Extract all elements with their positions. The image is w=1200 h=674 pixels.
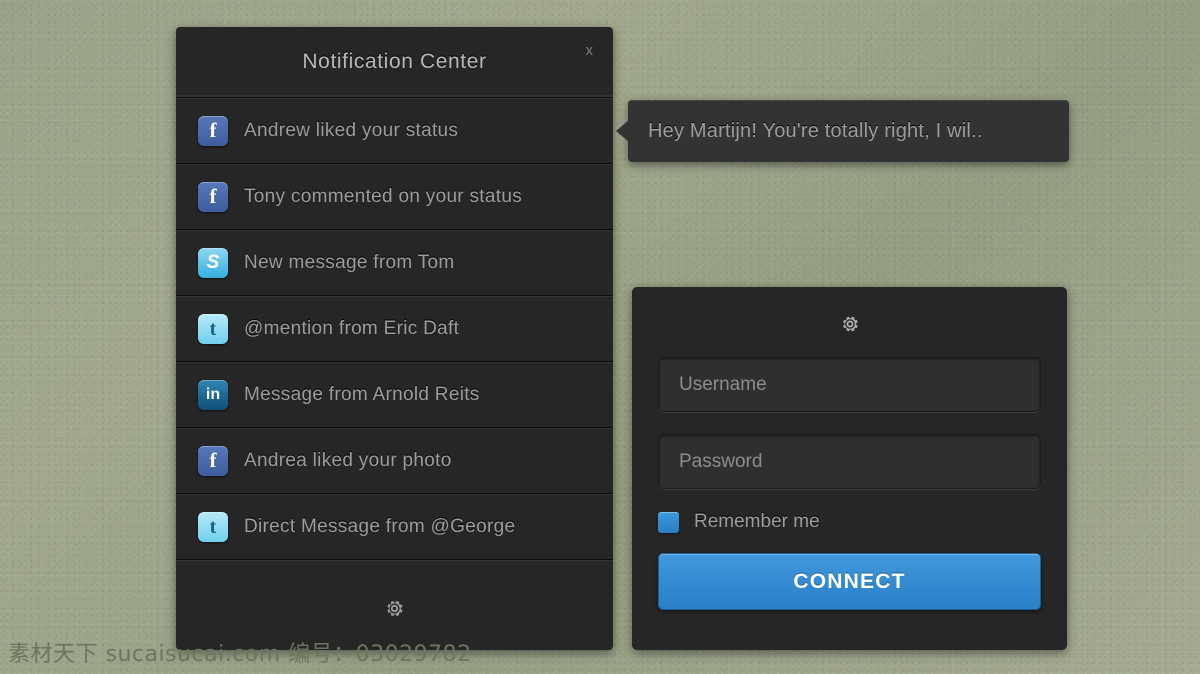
linkedin-icon: in (198, 379, 228, 410)
gear-icon[interactable] (839, 313, 861, 335)
watermark-text: 素材天下 sucaisucai.com 编号：03029782 (8, 642, 472, 667)
username-input[interactable] (658, 357, 1041, 412)
twitter-glyph: t (198, 511, 228, 542)
remember-me-row[interactable]: Remember me (658, 511, 1041, 533)
facebook-icon: f (198, 115, 228, 146)
facebook-icon: f (198, 445, 228, 476)
remember-me-checkbox[interactable] (658, 511, 679, 533)
notification-item[interactable]: in Message from Arnold Reits (176, 362, 613, 428)
password-input[interactable] (658, 434, 1041, 489)
notification-item-label: New message from Tom (244, 251, 455, 273)
notification-item[interactable]: f Tony commented on your status (176, 164, 613, 230)
notification-item[interactable]: f Andrew liked your status (176, 98, 613, 164)
twitter-icon: t (198, 511, 228, 542)
notification-item-label: Message from Arnold Reits (244, 383, 480, 405)
skype-icon: S (198, 247, 228, 278)
facebook-glyph: f (198, 181, 228, 212)
twitter-icon: t (198, 313, 228, 344)
notification-center-header: Notification Center x (176, 27, 613, 98)
close-icon[interactable]: x (580, 39, 600, 62)
notification-item-label: Direct Message from @George (244, 515, 516, 537)
notification-item[interactable]: t Direct Message from @George (176, 494, 613, 560)
notification-item-label: @mention from Eric Daft (244, 317, 460, 339)
notification-item[interactable]: S New message from Tom (176, 230, 613, 296)
tooltip-text: Hey Martijn! You're totally right, I wil… (648, 119, 983, 142)
connect-button[interactable]: CONNECT (658, 553, 1041, 610)
notification-item[interactable]: f Andrea liked your photo (176, 428, 613, 494)
skype-glyph: S (198, 247, 228, 278)
page-title: Notification Center (302, 50, 487, 73)
login-panel: Remember me CONNECT (632, 287, 1067, 650)
notification-item[interactable]: t @mention from Eric Daft (176, 296, 613, 362)
gear-icon[interactable] (383, 597, 406, 620)
notification-item-label: Andrea liked your photo (244, 449, 452, 471)
facebook-glyph: f (198, 445, 228, 476)
notification-center-panel: Notification Center x f Andrew liked your… (176, 27, 613, 650)
notification-item-label: Tony commented on your status (244, 185, 523, 207)
facebook-icon: f (198, 181, 228, 212)
notification-item-label: Andrew liked your status (244, 119, 459, 141)
tooltip-arrow (616, 120, 629, 142)
twitter-glyph: t (198, 313, 228, 344)
notification-list: f Andrew liked your status f Tony commented… (176, 98, 613, 560)
message-tooltip: Hey Martijn! You're totally right, I wil… (616, 100, 1069, 162)
linkedin-glyph: in (198, 379, 228, 410)
remember-me-label: Remember me (694, 511, 820, 532)
facebook-glyph: f (198, 115, 228, 146)
